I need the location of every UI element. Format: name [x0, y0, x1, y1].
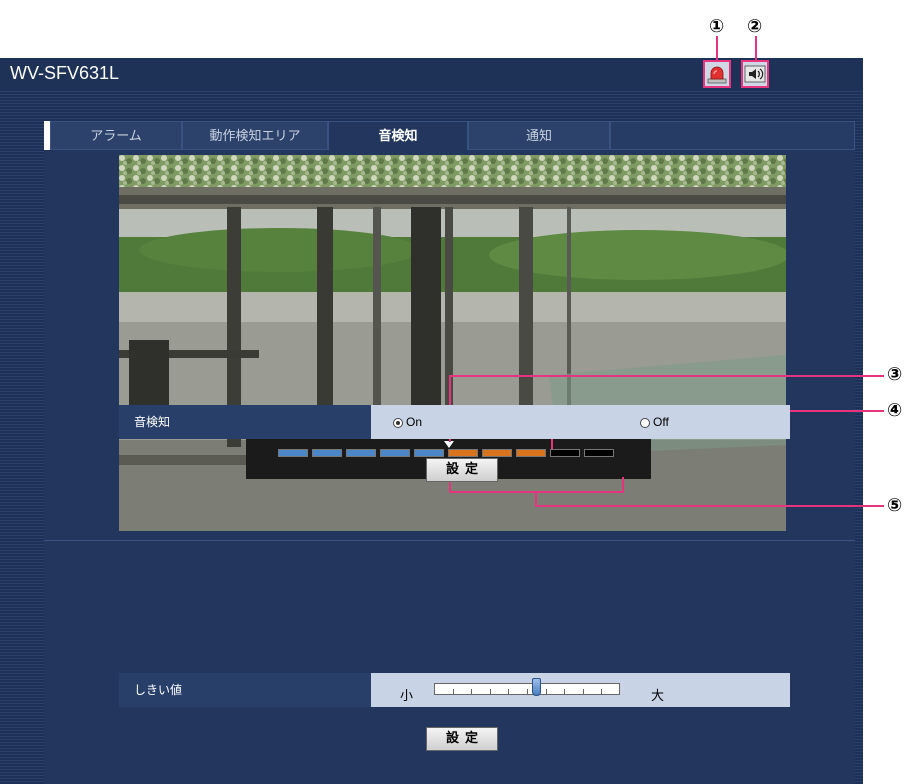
radio-off-label[interactable]: Off [653, 415, 669, 429]
right-stripes [855, 91, 863, 784]
tab-sound-detection[interactable]: 音検知 [328, 121, 468, 150]
meter-segment [278, 449, 308, 457]
meter-segment [380, 449, 410, 457]
slider-tick [527, 689, 528, 694]
callout-5-bracket-right [622, 477, 624, 492]
tab-filler [610, 121, 855, 150]
set-button-threshold[interactable]: 設定 [426, 727, 498, 751]
set-button-sound-detection[interactable]: 設定 [426, 458, 498, 482]
slider-tick [453, 689, 454, 694]
slider-tick [564, 689, 565, 694]
callout-5: ⑤ [887, 495, 903, 516]
threshold-min-label: 小 [400, 689, 414, 704]
tab-notification[interactable]: 通知 [468, 121, 610, 150]
slider-tick [471, 689, 472, 694]
callout-1: ① [709, 16, 725, 37]
slider-tick [601, 689, 602, 694]
threshold-pointer [444, 441, 454, 448]
speaker-icon [744, 65, 766, 83]
callout-5-line-h [535, 505, 884, 507]
slider-tick [508, 689, 509, 694]
callout-5-stem [535, 491, 537, 506]
meter-segment [584, 449, 614, 457]
meter-segment [414, 449, 444, 457]
tab-alarm[interactable]: アラーム [50, 121, 182, 150]
meter-segment [516, 449, 546, 457]
meter-segment [312, 449, 342, 457]
callout-4: ④ [887, 400, 903, 421]
audio-button[interactable] [741, 60, 769, 88]
alarm-button[interactable] [703, 60, 731, 88]
threshold-max-label: 大 [651, 689, 665, 704]
tab-motion-area[interactable]: 動作検知エリア [182, 121, 328, 150]
slider-tick [490, 689, 491, 694]
radio-on-label[interactable]: On [406, 415, 422, 429]
callout-2-line [755, 36, 757, 60]
meter-segment [448, 449, 478, 457]
radio-on[interactable] [393, 418, 403, 428]
header-bar [0, 58, 863, 91]
threshold-slider-thumb[interactable] [532, 678, 542, 696]
meter-segment [550, 449, 580, 457]
header-stripes [0, 91, 863, 121]
radio-off[interactable] [640, 418, 650, 428]
section-divider [44, 540, 855, 541]
threshold-label: しきい値 [119, 673, 371, 707]
callout-3-line-h [449, 375, 884, 377]
slider-tick [546, 689, 547, 694]
alarm-lamp-icon [707, 66, 727, 84]
callout-2: ② [747, 16, 763, 37]
sound-detection-label: 音検知 [119, 405, 371, 439]
sound-detection-options: On Off [371, 405, 790, 439]
callout-3: ③ [887, 364, 903, 385]
slider-tick [583, 689, 584, 694]
callout-1-line [716, 36, 718, 60]
left-stripes [0, 121, 44, 784]
meter-segment [482, 449, 512, 457]
meter-segment [346, 449, 376, 457]
app-title: WV-SFV631L [10, 63, 120, 83]
